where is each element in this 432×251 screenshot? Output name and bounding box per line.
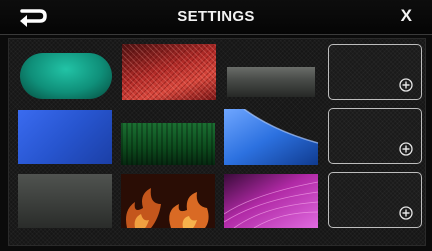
background-thumb-dark-green[interactable] [121, 123, 215, 165]
title-bar: SETTINGS X [0, 0, 432, 35]
background-thumb-magenta[interactable] [224, 174, 318, 228]
custom-background-slot-1[interactable] [328, 44, 422, 100]
plus-circle-icon [399, 78, 413, 92]
close-button[interactable]: X [401, 6, 412, 26]
background-thumb-dark-gray[interactable] [18, 174, 112, 228]
background-thumb-fire[interactable] [121, 174, 215, 228]
background-thumb-gray-metal[interactable] [227, 67, 315, 97]
background-thumb-blue-wave[interactable] [224, 109, 318, 165]
custom-background-slot-3[interactable] [328, 172, 422, 228]
plus-circle-icon [399, 142, 413, 156]
plus-circle-icon [399, 206, 413, 220]
page-title: SETTINGS [177, 8, 255, 25]
background-thumb-red-mesh[interactable] [122, 44, 216, 100]
custom-background-slot-2[interactable] [328, 108, 422, 164]
background-thumb-green-teal[interactable] [20, 53, 112, 99]
background-thumb-blue[interactable] [18, 110, 112, 164]
